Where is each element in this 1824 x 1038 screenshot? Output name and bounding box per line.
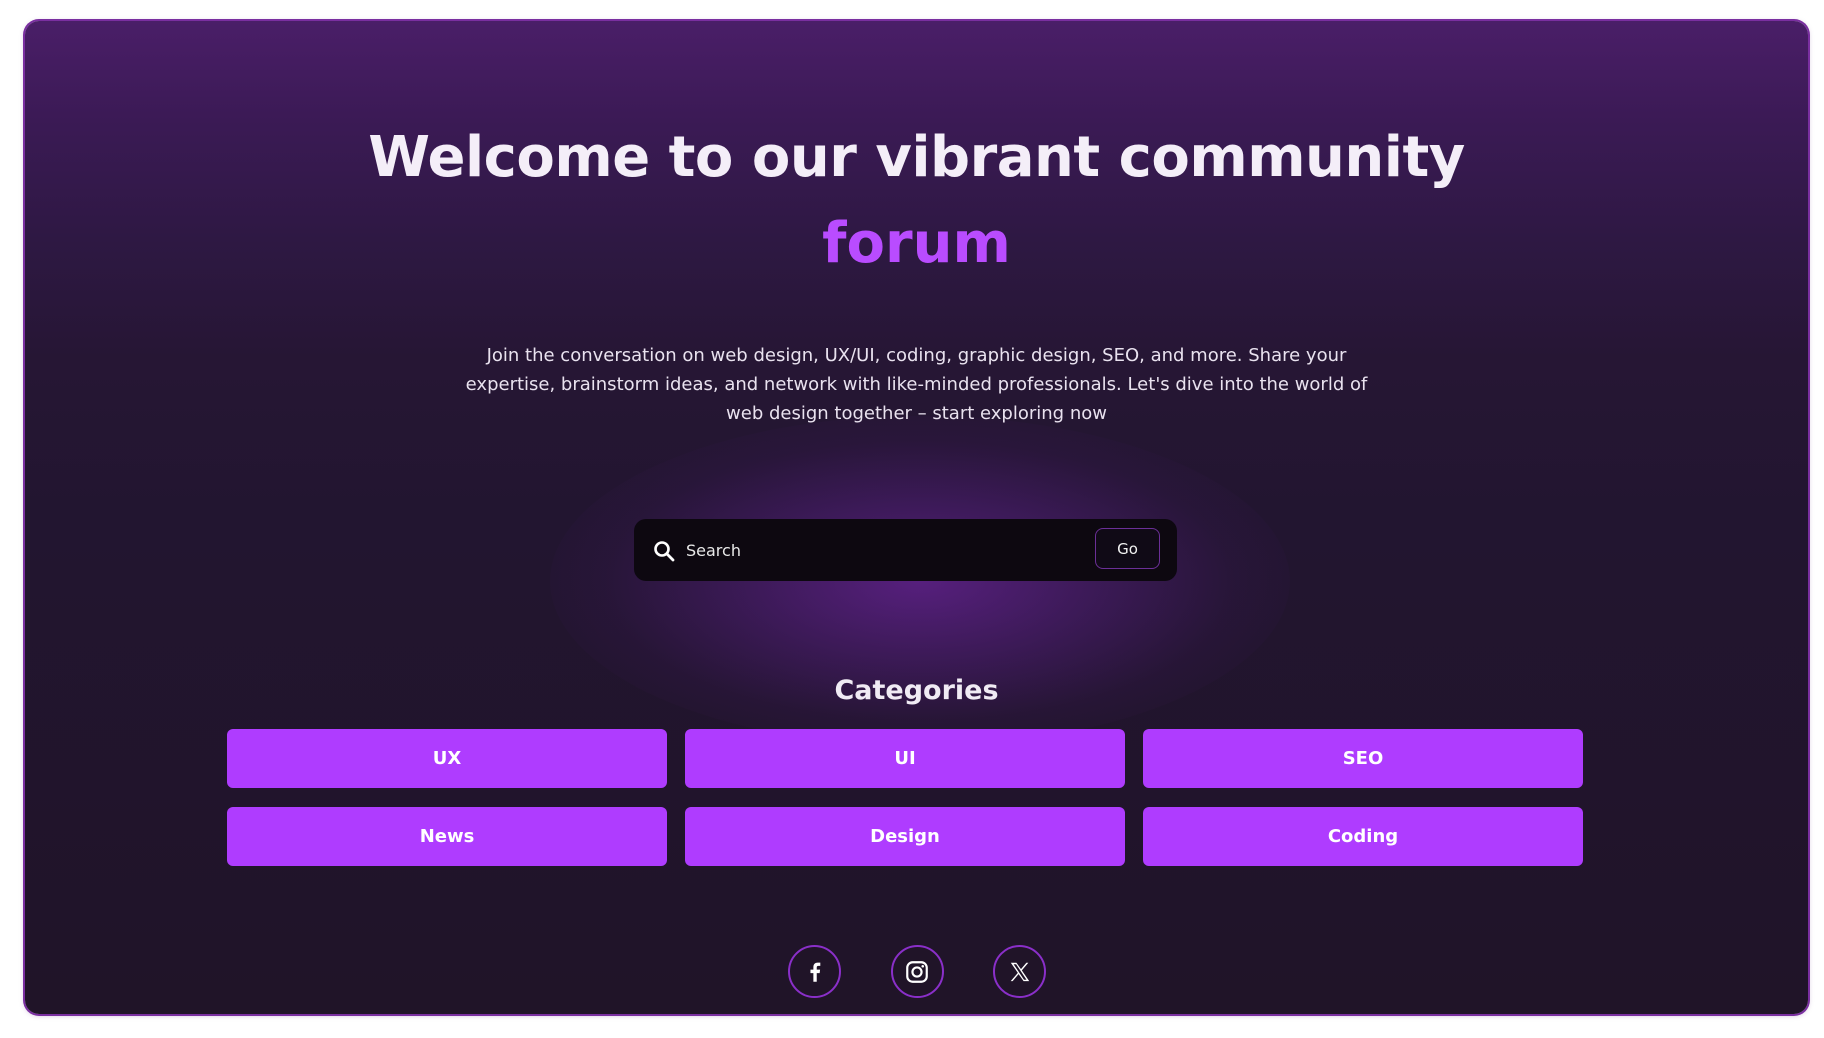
search-bar: Go	[634, 519, 1177, 581]
page-title: Welcome to our vibrant community	[368, 125, 1465, 190]
page-frame: Welcome to our vibrant community forum J…	[25, 21, 1808, 1014]
category-button-ui[interactable]: UI	[685, 729, 1125, 788]
instagram-link[interactable]	[890, 945, 944, 998]
instagram-icon	[906, 960, 928, 983]
category-button-ux[interactable]: UX	[227, 729, 667, 788]
facebook-link[interactable]	[788, 945, 841, 998]
facebook-icon	[809, 962, 820, 982]
search-icon	[653, 540, 675, 562]
category-button-seo[interactable]: SEO	[1143, 729, 1583, 788]
categories-heading: Categories	[834, 675, 999, 706]
category-button-coding[interactable]: Coding	[1143, 807, 1583, 866]
category-button-design[interactable]: Design	[685, 807, 1125, 866]
social-links	[788, 945, 1046, 1001]
page-title-accent: forum	[822, 211, 1011, 276]
category-button-news[interactable]: News	[227, 807, 667, 866]
search-input[interactable]	[686, 533, 1076, 567]
categories-grid: UX UI SEO News Design Coding	[227, 729, 1583, 866]
go-button[interactable]: Go	[1095, 528, 1160, 569]
x-icon	[1010, 962, 1029, 981]
intro-text: Join the conversation on web design, UX/…	[465, 345, 1368, 424]
x-link[interactable]	[993, 945, 1046, 998]
